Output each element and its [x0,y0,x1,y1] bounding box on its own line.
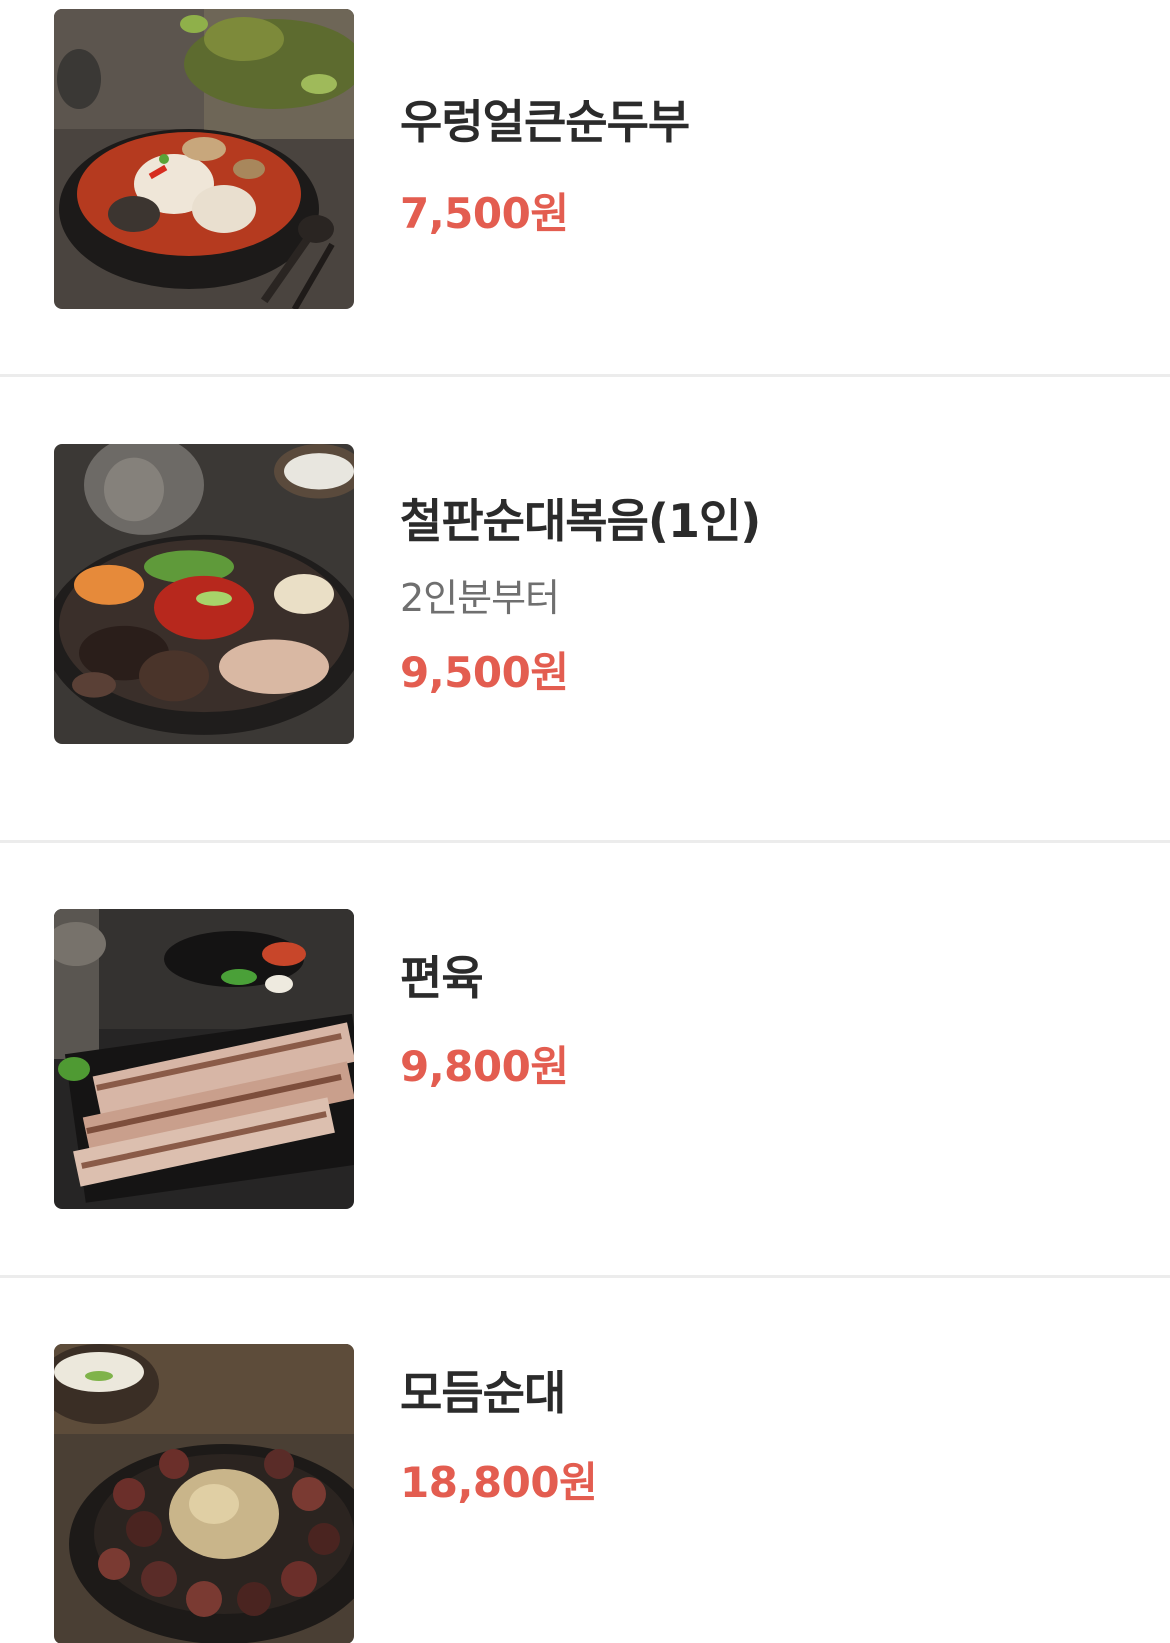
menu-item-name: 편육 [400,951,484,1005]
menu-item-image [54,9,354,309]
menu-item-name: 우렁얼큰순두부 [400,95,690,149]
menu-item-price: 7,500원 [400,189,569,238]
menu-item-iron-plate-sundae[interactable]: 철판순대복음(1인) 2인분부터 9,500원 [0,377,1170,840]
menu-item-price: 18,800원 [400,1458,598,1507]
menu-list: 우렁얼큰순두부 7,500원 철판순대복음(1인) 2인분부터 9,500원 편… [0,0,1170,1643]
menu-item-pyeonyuk[interactable]: 편육 9,800원 [0,843,1170,1275]
stir-fried-sundae-image [54,444,354,744]
menu-item-note: 2인분부터 [400,576,560,620]
menu-item-image [54,444,354,744]
soft-tofu-stew-image [54,9,354,309]
sliced-pork-image [54,909,354,1209]
menu-item-name: 모듬순대 [400,1366,566,1420]
assorted-sundae-image [54,1344,354,1643]
menu-item-image [54,909,354,1209]
menu-item-assorted-sundae[interactable]: 모듬순대 18,800원 [0,1278,1170,1643]
menu-item-price: 9,800원 [400,1042,569,1091]
menu-item-name: 철판순대복음(1인) [400,494,761,548]
menu-item-price: 9,500원 [400,648,569,697]
menu-item-image [54,1344,354,1643]
menu-item-spicy-tofu[interactable]: 우렁얼큰순두부 7,500원 [0,0,1170,374]
